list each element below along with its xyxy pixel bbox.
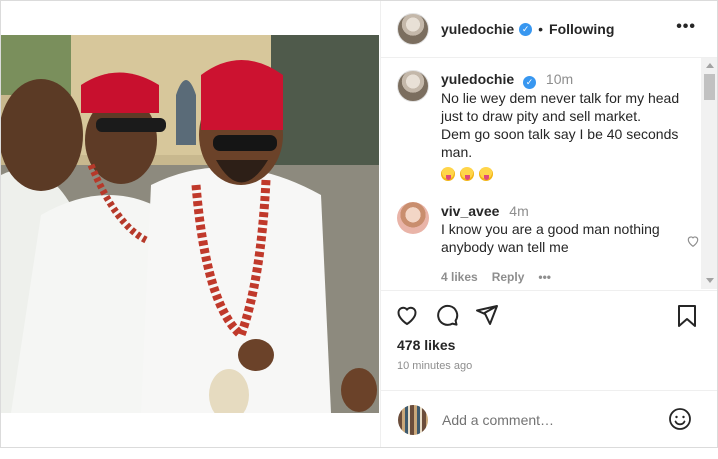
comments-scrollbar[interactable] — [701, 58, 717, 289]
face-with-tongue-icon — [479, 166, 493, 181]
commenter-username[interactable]: viv_avee — [441, 203, 499, 219]
author-avatar[interactable] — [397, 13, 429, 45]
comment-reply-button[interactable]: Reply — [492, 268, 525, 286]
action-bar: 478 likes 10 minutes ago — [381, 290, 717, 391]
face-with-tongue-icon — [441, 166, 455, 181]
post-photo[interactable] — [1, 35, 379, 413]
comment-icon[interactable] — [435, 303, 459, 327]
viewer-avatar — [398, 404, 428, 435]
comment-input[interactable]: Add a comment… — [442, 412, 554, 428]
photo-illustration — [1, 35, 379, 413]
more-options-icon[interactable]: ••• — [676, 18, 696, 36]
post-header: yuledochie ✓ • Following ••• — [381, 1, 717, 58]
caption: yuledochie ✓ 10m No lie wey dem never ta… — [397, 70, 687, 182]
heart-icon[interactable] — [395, 303, 419, 327]
following-button[interactable]: Following — [549, 21, 614, 37]
scroll-down-arrow-icon[interactable] — [706, 278, 714, 283]
scroll-up-arrow-icon[interactable] — [706, 63, 714, 68]
post-details-panel: yuledochie ✓ • Following ••• yuledochie … — [380, 1, 717, 447]
bookmark-icon[interactable] — [676, 304, 698, 328]
caption-verified-badge-icon: ✓ — [523, 76, 537, 89]
commenter-avatar[interactable] — [397, 202, 429, 234]
comment-more-icon[interactable]: ••• — [538, 268, 551, 286]
comment-time[interactable]: 4m — [509, 203, 528, 219]
caption-line-4: man. — [441, 144, 473, 160]
face-with-tongue-icon — [460, 166, 474, 181]
author-username[interactable]: yuledochie — [441, 21, 514, 37]
comment-like-heart-icon[interactable] — [686, 234, 700, 248]
comments-list[interactable]: yuledochie ✓ 10m No lie wey dem never ta… — [381, 58, 717, 289]
comment-likes[interactable]: 4 likes — [441, 268, 478, 286]
caption-line-3: Dem go soon talk say I be 40 seconds — [441, 126, 679, 142]
scrollbar-thumb[interactable] — [704, 74, 715, 100]
caption-line-1: No lie wey dem never talk for my head — [441, 90, 680, 106]
likes-count[interactable]: 478 likes — [397, 337, 455, 353]
caption-username[interactable]: yuledochie — [441, 71, 514, 87]
caption-line-2: just to draw pity and sell market. — [441, 108, 641, 124]
add-comment-bar: Add a comment… — [381, 390, 717, 447]
comment-item: viv_avee 4m I know you are a good man no… — [397, 202, 697, 286]
caption-time[interactable]: 10m — [546, 71, 573, 87]
caption-emojis — [441, 164, 679, 182]
post-modal: yuledochie ✓ • Following ••• yuledochie … — [0, 0, 718, 448]
comment-line-1: I know you are a good man nothing — [441, 221, 660, 237]
header-separator: • — [538, 21, 544, 37]
verified-badge-icon: ✓ — [519, 22, 533, 36]
caption-author-avatar[interactable] — [397, 70, 429, 102]
comment-line-2: anybody wan tell me — [441, 239, 569, 255]
smiley-icon[interactable] — [668, 407, 692, 431]
share-icon[interactable] — [475, 303, 499, 327]
post-timestamp[interactable]: 10 minutes ago — [397, 360, 472, 372]
